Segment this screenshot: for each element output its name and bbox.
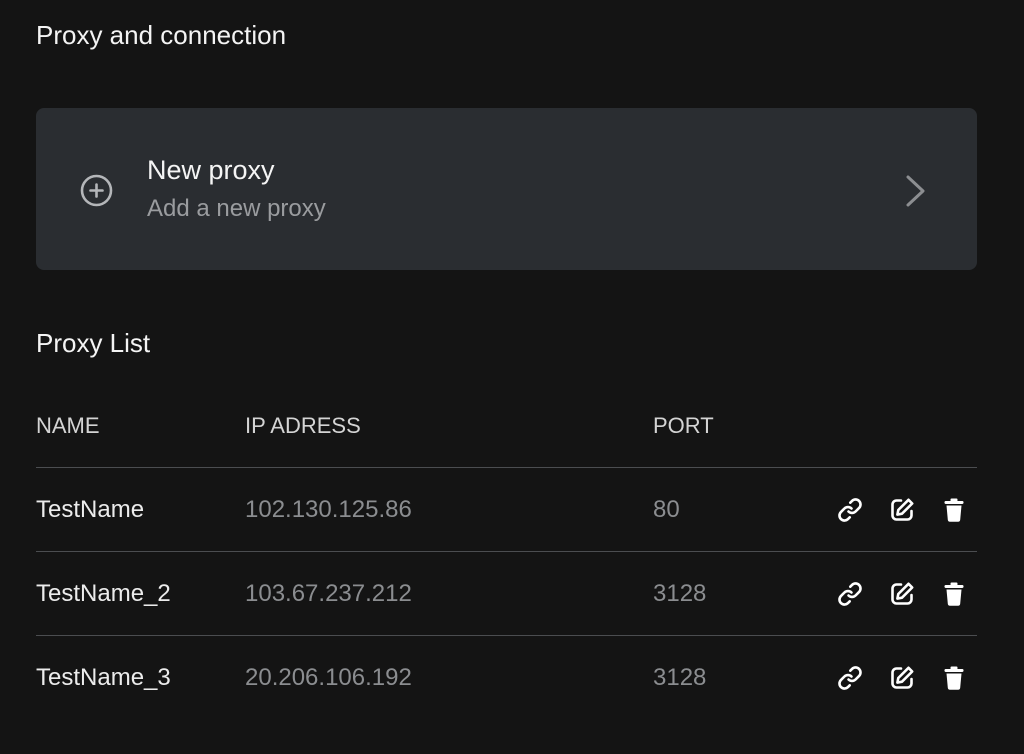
proxy-ip: 102.130.125.86 bbox=[245, 496, 412, 523]
proxy-list-title: Proxy List bbox=[36, 328, 151, 358]
new-proxy-subtitle: Add a new proxy bbox=[147, 195, 326, 222]
proxy-port: 3128 bbox=[653, 664, 707, 691]
link-icon[interactable] bbox=[836, 496, 864, 524]
link-icon[interactable] bbox=[836, 580, 864, 608]
table-row: TestName_2 103.67.237.212 3128 bbox=[36, 552, 977, 636]
column-header-ip: IP ADRESS bbox=[245, 413, 361, 438]
table-row: TestName_3 20.206.106.192 3128 bbox=[36, 636, 977, 719]
edit-icon[interactable] bbox=[888, 580, 916, 608]
trash-icon[interactable] bbox=[940, 580, 968, 608]
table-header: NAME IP ADRESS PORT bbox=[36, 400, 977, 468]
trash-icon[interactable] bbox=[940, 664, 968, 692]
plus-circle-icon bbox=[80, 174, 113, 207]
proxy-name: TestName bbox=[36, 496, 145, 523]
proxy-name: TestName_2 bbox=[36, 580, 171, 607]
table-row: TestName 102.130.125.86 80 bbox=[36, 468, 977, 552]
proxy-name: TestName_3 bbox=[36, 664, 171, 691]
column-header-name: NAME bbox=[36, 413, 100, 438]
trash-icon[interactable] bbox=[940, 496, 968, 524]
proxy-ip: 20.206.106.192 bbox=[245, 664, 412, 691]
row-actions bbox=[836, 664, 968, 692]
row-actions bbox=[836, 496, 968, 524]
link-icon[interactable] bbox=[836, 664, 864, 692]
proxy-table: NAME IP ADRESS PORT TestName 102.130.125… bbox=[36, 400, 977, 719]
edit-icon[interactable] bbox=[888, 664, 916, 692]
row-actions bbox=[836, 580, 968, 608]
proxy-port: 3128 bbox=[653, 580, 707, 607]
edit-icon[interactable] bbox=[888, 496, 916, 524]
section-title: Proxy and connection bbox=[36, 20, 287, 50]
new-proxy-card[interactable]: New proxy Add a new proxy bbox=[36, 108, 977, 270]
proxy-port: 80 bbox=[653, 496, 680, 523]
proxy-ip: 103.67.237.212 bbox=[245, 580, 412, 607]
chevron-right-icon bbox=[904, 174, 928, 208]
new-proxy-title: New proxy bbox=[147, 155, 275, 185]
column-header-port: PORT bbox=[653, 413, 714, 438]
